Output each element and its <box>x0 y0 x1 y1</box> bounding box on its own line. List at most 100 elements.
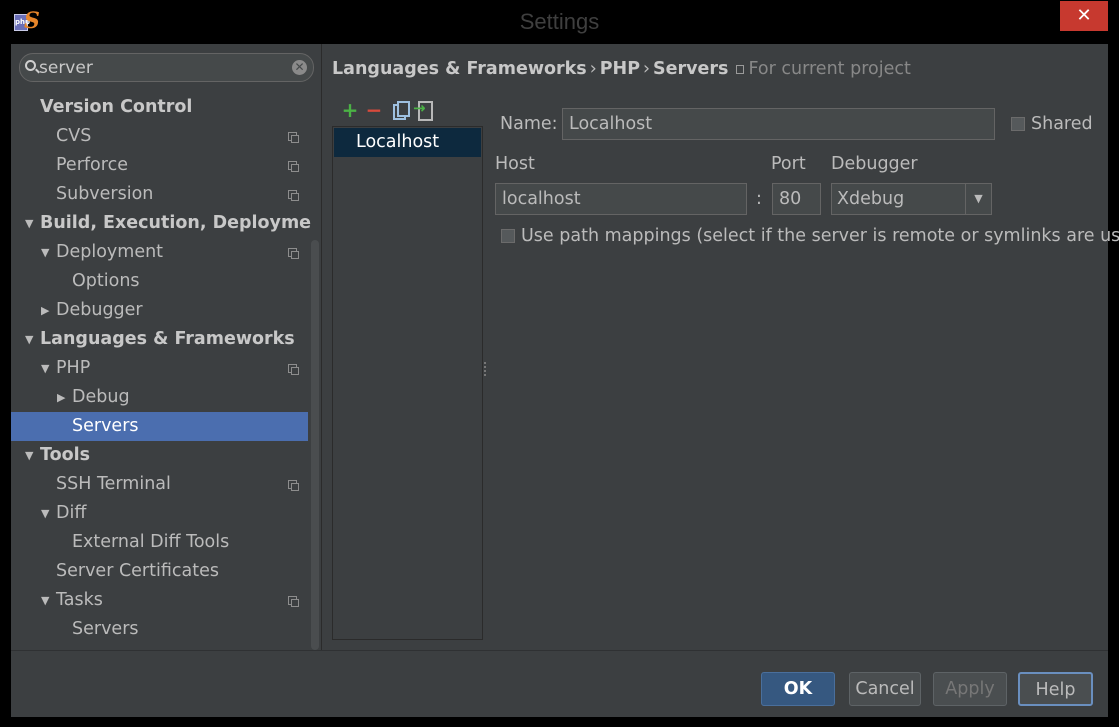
server-list: Localhost <box>332 126 483 640</box>
window-title: Settings <box>519 9 600 34</box>
project-scope-icon <box>288 364 299 375</box>
expand-arrow-icon[interactable]: ▼ <box>41 499 49 528</box>
tree-item-server-certificates[interactable]: Server Certificates <box>11 557 308 586</box>
tree-item-diff[interactable]: ▼ Diff <box>11 499 308 528</box>
tree-item-cvs[interactable]: CVS <box>11 122 308 151</box>
dialog-button-bar: OK Cancel Apply Help <box>11 650 1108 717</box>
collapse-arrow-icon[interactable]: ▶ <box>57 383 65 412</box>
breadcrumb-php: PHP <box>599 59 641 79</box>
tree-item-label: SSH Terminal <box>56 474 171 494</box>
project-scope-icon <box>288 161 299 172</box>
tree-item-servers[interactable]: Servers <box>11 412 308 441</box>
tree-item-label: Debugger <box>56 300 143 320</box>
tree-item-label: Perforce <box>56 155 128 175</box>
tree-item-label: CVS <box>56 126 92 146</box>
project-scope-icon <box>288 248 299 259</box>
tree-item-label: Version Control <box>40 97 193 117</box>
tree-item-build-execution-deployment[interactable]: ▼ Build, Execution, Deployment <box>11 209 311 238</box>
server-item-localhost[interactable]: Localhost <box>334 128 481 157</box>
copy-server-icon[interactable] <box>390 100 410 120</box>
ok-button[interactable]: OK <box>761 672 835 706</box>
title-bar: php S Settings ✕ <box>0 0 1119 44</box>
tree-item-version-control[interactable]: Version Control <box>11 93 308 122</box>
help-button[interactable]: Help <box>1018 672 1093 706</box>
collapse-arrow-icon[interactable]: ▶ <box>41 296 49 325</box>
tree-item-label: Subversion <box>56 184 154 204</box>
expand-arrow-icon[interactable]: ▼ <box>41 354 49 383</box>
expand-arrow-icon[interactable]: ▼ <box>25 441 33 470</box>
tree-item-subversion[interactable]: Subversion <box>11 180 308 209</box>
project-scope-icon <box>288 190 299 201</box>
name-field[interactable] <box>562 108 995 140</box>
expand-arrow-icon[interactable]: ▼ <box>41 238 49 267</box>
path-mappings-checkbox[interactable] <box>501 229 515 243</box>
tree-item-deployment[interactable]: ▼ Deployment <box>11 238 308 267</box>
breadcrumb-separator: › <box>589 59 597 79</box>
tree-item-php[interactable]: ▼ PHP <box>11 354 308 383</box>
breadcrumb-languages: Languages & Frameworks <box>332 59 587 79</box>
tree-item-ssh-terminal[interactable]: SSH Terminal <box>11 470 308 499</box>
panel-divider <box>321 44 322 650</box>
tree-item-label: Diff <box>56 503 87 523</box>
project-scope-icon <box>288 132 299 143</box>
tree-item-label: Servers <box>72 619 139 639</box>
tree-item-perforce[interactable]: Perforce <box>11 151 308 180</box>
expand-arrow-icon[interactable]: ▼ <box>25 209 33 238</box>
port-label: Port <box>771 154 806 174</box>
shared-label: Shared <box>1031 114 1093 134</box>
tree-item-servers[interactable]: Servers <box>11 615 308 644</box>
project-scope-icon <box>288 480 299 491</box>
expand-arrow-icon[interactable]: ▼ <box>25 325 33 354</box>
expand-arrow-icon[interactable]: ▼ <box>41 586 49 615</box>
tree-item-external-diff-tools[interactable]: External Diff Tools <box>11 528 308 557</box>
tree-item-options[interactable]: Options <box>11 267 308 296</box>
tree-item-label: Tools <box>40 445 91 465</box>
path-mappings-label: Use path mappings (select if the server … <box>521 226 1119 246</box>
project-scope-icon <box>736 65 745 74</box>
tree-scrollbar[interactable] <box>311 240 319 650</box>
port-separator: : <box>756 189 762 209</box>
chevron-down-icon[interactable]: ▼ <box>965 184 991 214</box>
settings-tree-panel: ✕ Version Control CVS Perforce Subversion ▼ B… <box>11 44 321 650</box>
splitter-handle[interactable] <box>484 362 488 376</box>
debugger-select[interactable]: Xdebug ▼ <box>831 183 992 215</box>
tree-item-label: Tasks <box>56 590 103 610</box>
apply-button[interactable]: Apply <box>933 672 1007 706</box>
tree-item-label: Options <box>72 271 140 291</box>
remove-server-button[interactable]: − <box>365 100 383 120</box>
debugger-value: Xdebug <box>837 189 905 209</box>
tree-item-label: Debug <box>72 387 130 407</box>
tree-item-label: External Diff Tools <box>72 532 230 552</box>
breadcrumb: Languages & Frameworks › PHP › Servers For cu… <box>332 59 911 79</box>
name-label: Name: <box>500 114 558 134</box>
tree-item-label: Deployment <box>56 242 164 262</box>
close-button[interactable]: ✕ <box>1060 1 1108 31</box>
port-field[interactable] <box>772 183 821 215</box>
breadcrumb-separator: › <box>643 59 651 79</box>
settings-search[interactable]: ✕ <box>19 53 314 82</box>
clear-search-icon[interactable]: ✕ <box>292 60 307 75</box>
tree-item-languages-frameworks[interactable]: ▼ Languages & Frameworks <box>11 325 308 354</box>
breadcrumb-servers: Servers <box>653 59 729 79</box>
tree-item-label: Server Certificates <box>56 561 219 581</box>
project-scope-icon <box>288 596 299 607</box>
tree-item-label: Servers <box>72 416 139 436</box>
settings-tree: Version Control CVS Perforce Subversion ▼ Bui… <box>11 92 311 650</box>
cancel-button[interactable]: Cancel <box>849 672 921 706</box>
settings-dialog: ✕ Version Control CVS Perforce Subversion ▼ B… <box>11 44 1119 717</box>
tree-item-debug[interactable]: ▶ Debug <box>11 383 308 412</box>
add-server-button[interactable]: + <box>341 100 359 120</box>
tree-item-tasks[interactable]: ▼ Tasks <box>11 586 308 615</box>
scope-label: For current project <box>748 59 911 79</box>
tree-item-tools[interactable]: ▼ Tools <box>11 441 308 470</box>
tree-item-debugger[interactable]: ▶ Debugger <box>11 296 308 325</box>
search-input[interactable] <box>39 57 289 79</box>
tree-item-label: Build, Execution, Deployment <box>40 213 311 233</box>
search-icon <box>25 60 36 71</box>
shared-checkbox[interactable] <box>1011 117 1025 131</box>
debugger-label: Debugger <box>831 154 918 174</box>
host-field[interactable] <box>495 183 747 215</box>
import-server-icon[interactable] <box>413 98 433 121</box>
host-label: Host <box>495 154 535 174</box>
tree-item-label: Languages & Frameworks <box>40 329 295 349</box>
